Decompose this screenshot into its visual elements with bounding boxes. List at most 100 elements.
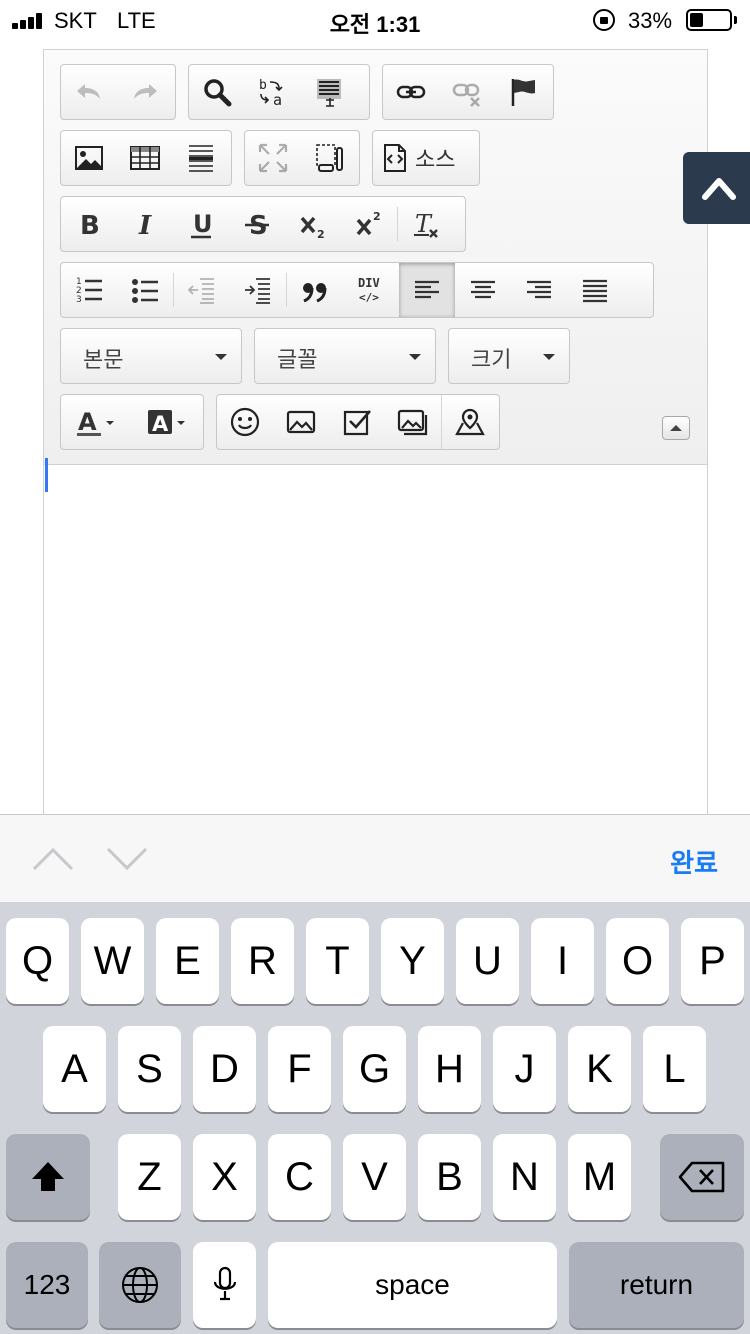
increase-indent-button[interactable]	[230, 263, 286, 317]
background-color-button[interactable]: A	[138, 395, 198, 449]
numbered-list-button[interactable]: 123	[61, 263, 117, 317]
redo-button[interactable]	[117, 65, 173, 119]
key-k[interactable]: K	[568, 1026, 631, 1112]
superscript-button[interactable]: 2	[341, 197, 397, 251]
anchor-button[interactable]	[495, 65, 551, 119]
underline-button[interactable]: U	[173, 197, 229, 251]
align-justify-icon	[583, 279, 607, 303]
key-d[interactable]: D	[193, 1026, 256, 1112]
replace-button[interactable]: ba	[245, 65, 301, 119]
search-group: ba	[188, 64, 370, 120]
select-all-button[interactable]	[301, 65, 357, 119]
map-pin-icon	[454, 408, 485, 436]
key-o[interactable]: O	[606, 918, 669, 1004]
align-left-button[interactable]	[399, 263, 455, 317]
key-y[interactable]: Y	[381, 918, 444, 1004]
bulleted-list-button[interactable]	[117, 263, 173, 317]
next-field-button[interactable]	[105, 843, 149, 875]
bold-button[interactable]: B	[61, 197, 117, 251]
align-right-button[interactable]	[511, 263, 567, 317]
strikethrough-button[interactable]: S	[229, 197, 285, 251]
battery-percent: 33%	[628, 8, 673, 33]
photo-icon	[286, 410, 316, 434]
key-c[interactable]: C	[268, 1134, 331, 1220]
show-blocks-button[interactable]	[301, 131, 357, 185]
size-dropdown[interactable]: 크기	[448, 328, 570, 384]
key-i[interactable]: I	[531, 918, 594, 1004]
remove-format-icon: T	[414, 210, 438, 238]
blockquote-button[interactable]	[287, 263, 343, 317]
keyboard-accessory-bar: 완료	[0, 814, 750, 902]
font-dropdown-value: 글꼴	[277, 347, 318, 372]
key-r[interactable]: R	[231, 918, 294, 1004]
space-key[interactable]: space	[268, 1242, 557, 1328]
align-center-button[interactable]	[455, 263, 511, 317]
key-w[interactable]: W	[81, 918, 144, 1004]
justify-button[interactable]	[567, 263, 623, 317]
find-button[interactable]	[189, 65, 245, 119]
return-key[interactable]: return	[569, 1242, 744, 1328]
text-color-button[interactable]: A	[67, 395, 127, 449]
photo-button[interactable]	[273, 395, 329, 449]
subscript-button[interactable]: 2	[285, 197, 341, 251]
key-s[interactable]: S	[118, 1026, 181, 1112]
text-color-icon: A	[76, 408, 114, 436]
key-a[interactable]: A	[43, 1026, 106, 1112]
align-right-icon	[527, 280, 551, 299]
gallery-button[interactable]	[385, 395, 441, 449]
paragraph-group: 123 DIV </>	[60, 262, 654, 318]
key-g[interactable]: G	[343, 1026, 406, 1112]
key-e[interactable]: E	[156, 918, 219, 1004]
delete-key[interactable]	[660, 1134, 744, 1220]
horizontal-rule-button[interactable]	[173, 131, 229, 185]
chevron-down-icon	[543, 354, 555, 360]
key-v[interactable]: V	[343, 1134, 406, 1220]
emoji-button[interactable]	[217, 395, 273, 449]
key-q[interactable]: Q	[6, 918, 69, 1004]
image-button[interactable]	[61, 131, 117, 185]
font-dropdown[interactable]: 글꼴	[254, 328, 436, 384]
superscript-icon: 2	[356, 210, 381, 236]
key-x[interactable]: X	[193, 1134, 256, 1220]
create-div-button[interactable]: DIV </>	[343, 263, 399, 317]
unlink-button[interactable]	[439, 65, 495, 119]
source-group: 소스	[372, 130, 480, 186]
table-icon	[130, 146, 160, 170]
key-f[interactable]: F	[268, 1026, 331, 1112]
key-n[interactable]: N	[493, 1134, 556, 1220]
scroll-to-top-button[interactable]	[683, 152, 750, 224]
align-left-icon	[415, 280, 439, 299]
key-u[interactable]: U	[456, 918, 519, 1004]
key-h[interactable]: H	[418, 1026, 481, 1112]
numbers-key[interactable]: 123	[6, 1242, 88, 1328]
smiley-icon	[230, 407, 260, 437]
key-t[interactable]: T	[306, 918, 369, 1004]
remove-format-button[interactable]: T	[398, 197, 454, 251]
map-button[interactable]	[441, 395, 497, 449]
svg-text:2: 2	[373, 210, 381, 223]
link-button[interactable]	[383, 65, 439, 119]
italic-button[interactable]: I	[117, 197, 173, 251]
table-button[interactable]	[117, 131, 173, 185]
maximize-button[interactable]	[245, 131, 301, 185]
shift-key[interactable]	[6, 1134, 90, 1220]
collapse-toolbar-button[interactable]	[662, 416, 690, 440]
key-z[interactable]: Z	[118, 1134, 181, 1220]
checkbox-button[interactable]	[329, 395, 385, 449]
editor-content-area[interactable]	[44, 466, 707, 818]
key-b[interactable]: B	[418, 1134, 481, 1220]
key-j[interactable]: J	[493, 1026, 556, 1112]
key-m[interactable]: M	[568, 1134, 631, 1220]
source-button[interactable]: 소스	[415, 142, 455, 174]
undo-button[interactable]	[61, 65, 117, 119]
done-button[interactable]: 완료	[670, 843, 718, 880]
globe-key[interactable]	[99, 1242, 181, 1328]
dictation-key[interactable]	[193, 1242, 256, 1328]
key-p[interactable]: P	[681, 918, 744, 1004]
key-l[interactable]: L	[643, 1026, 706, 1112]
format-dropdown[interactable]: 본문	[60, 328, 242, 384]
previous-field-button[interactable]	[31, 843, 75, 875]
flag-icon	[511, 79, 535, 106]
decrease-indent-button[interactable]	[174, 263, 230, 317]
globe-icon	[122, 1267, 158, 1303]
